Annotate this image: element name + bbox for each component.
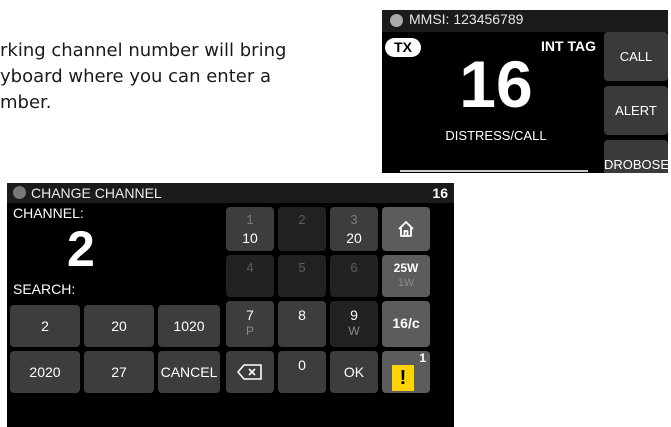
power-high-label: 25W — [393, 261, 419, 275]
key-6-digit: 6 — [350, 260, 358, 275]
key-1-digit: 1 — [246, 212, 254, 227]
key-0[interactable]: 0 — [278, 351, 326, 393]
channel-label: CHANNEL: — [13, 205, 84, 221]
search-result-button[interactable]: 1020 — [158, 305, 220, 347]
warning-icon: ! — [392, 365, 414, 391]
status-bar: CHANGE CHANNEL 16 — [7, 183, 454, 203]
cancel-button[interactable]: CANCEL — [158, 351, 220, 393]
key-2: 2 — [278, 207, 326, 251]
power-toggle-button[interactable]: 25W 1W — [382, 255, 430, 297]
status-dot-icon — [13, 186, 26, 199]
key-4: 4 — [226, 255, 274, 297]
channel-number[interactable]: 16 — [422, 44, 570, 124]
key-8[interactable]: 8 — [278, 301, 326, 347]
key-3-channel: 20 — [346, 230, 362, 246]
backspace-button[interactable] — [226, 351, 274, 393]
key-9-digit: 9 — [350, 307, 358, 323]
mmsi-label: MMSI: 123456789 — [409, 11, 524, 27]
help-line-3: mber. — [0, 92, 52, 113]
key-9: 9 W — [330, 301, 378, 347]
key-7-digit: 7 — [246, 307, 254, 323]
channel-input-value: 2 — [67, 221, 95, 277]
screen-title: CHANGE CHANNEL — [31, 185, 162, 201]
drobose-button[interactable]: DROBOSE — [604, 140, 668, 173]
power-low-label: 1W — [397, 277, 415, 289]
tx-badge: TX — [385, 38, 421, 57]
key-8-digit: 8 — [298, 307, 306, 323]
key-9-letter: W — [348, 324, 360, 338]
key-1[interactable]: 1 10 — [226, 207, 274, 251]
home-icon — [398, 221, 414, 237]
key-5-digit: 5 — [298, 260, 306, 275]
help-line-2: yboard where you can enter a — [0, 66, 271, 87]
current-channel: 16 — [432, 185, 448, 201]
key-1-channel: 10 — [242, 230, 258, 246]
search-result-button[interactable]: 2020 — [10, 351, 80, 393]
key-3-digit: 3 — [350, 212, 358, 227]
ok-button[interactable]: OK — [330, 351, 378, 393]
key-5: 5 — [278, 255, 326, 297]
key-4-digit: 4 — [246, 260, 254, 275]
search-result-button[interactable]: 27 — [84, 351, 154, 393]
call-button[interactable]: CALL — [604, 32, 668, 81]
key-2-digit: 2 — [298, 212, 306, 227]
dual-watch-button[interactable]: 16/c — [382, 301, 430, 347]
key-7-letter: P — [245, 324, 254, 338]
radio-main-screen: MMSI: 123456789 TX INT TAG 16 DISTRESS/C… — [382, 10, 668, 173]
home-button[interactable] — [382, 207, 430, 251]
backspace-icon — [237, 364, 262, 380]
search-label: SEARCH: — [13, 281, 76, 297]
key-6: 6 — [330, 255, 378, 297]
search-result-button[interactable]: 2 — [10, 305, 80, 347]
dual-watch-label: 16/c — [392, 315, 420, 331]
alert-button[interactable]: ALERT — [604, 86, 668, 135]
key-7[interactable]: 7 P — [226, 301, 274, 347]
search-result-button[interactable]: 20 — [84, 305, 154, 347]
divider — [400, 170, 588, 172]
help-line-1: rking channel number will bring — [0, 40, 287, 61]
change-channel-screen: CHANGE CHANNEL 16 CHANNEL: 2 SEARCH: 2 2… — [7, 183, 454, 427]
status-dot-icon — [390, 14, 403, 27]
help-text: rking channel number will bring yboard w… — [0, 38, 340, 116]
key-3[interactable]: 3 20 — [330, 207, 378, 251]
status-bar: MMSI: 123456789 — [382, 10, 668, 32]
alert-count: 1 — [419, 351, 426, 365]
channel-name: DISTRESS/CALL — [445, 128, 547, 143]
alert-indicator-button[interactable]: ! 1 — [382, 351, 430, 393]
key-0-digit: 0 — [298, 357, 306, 373]
